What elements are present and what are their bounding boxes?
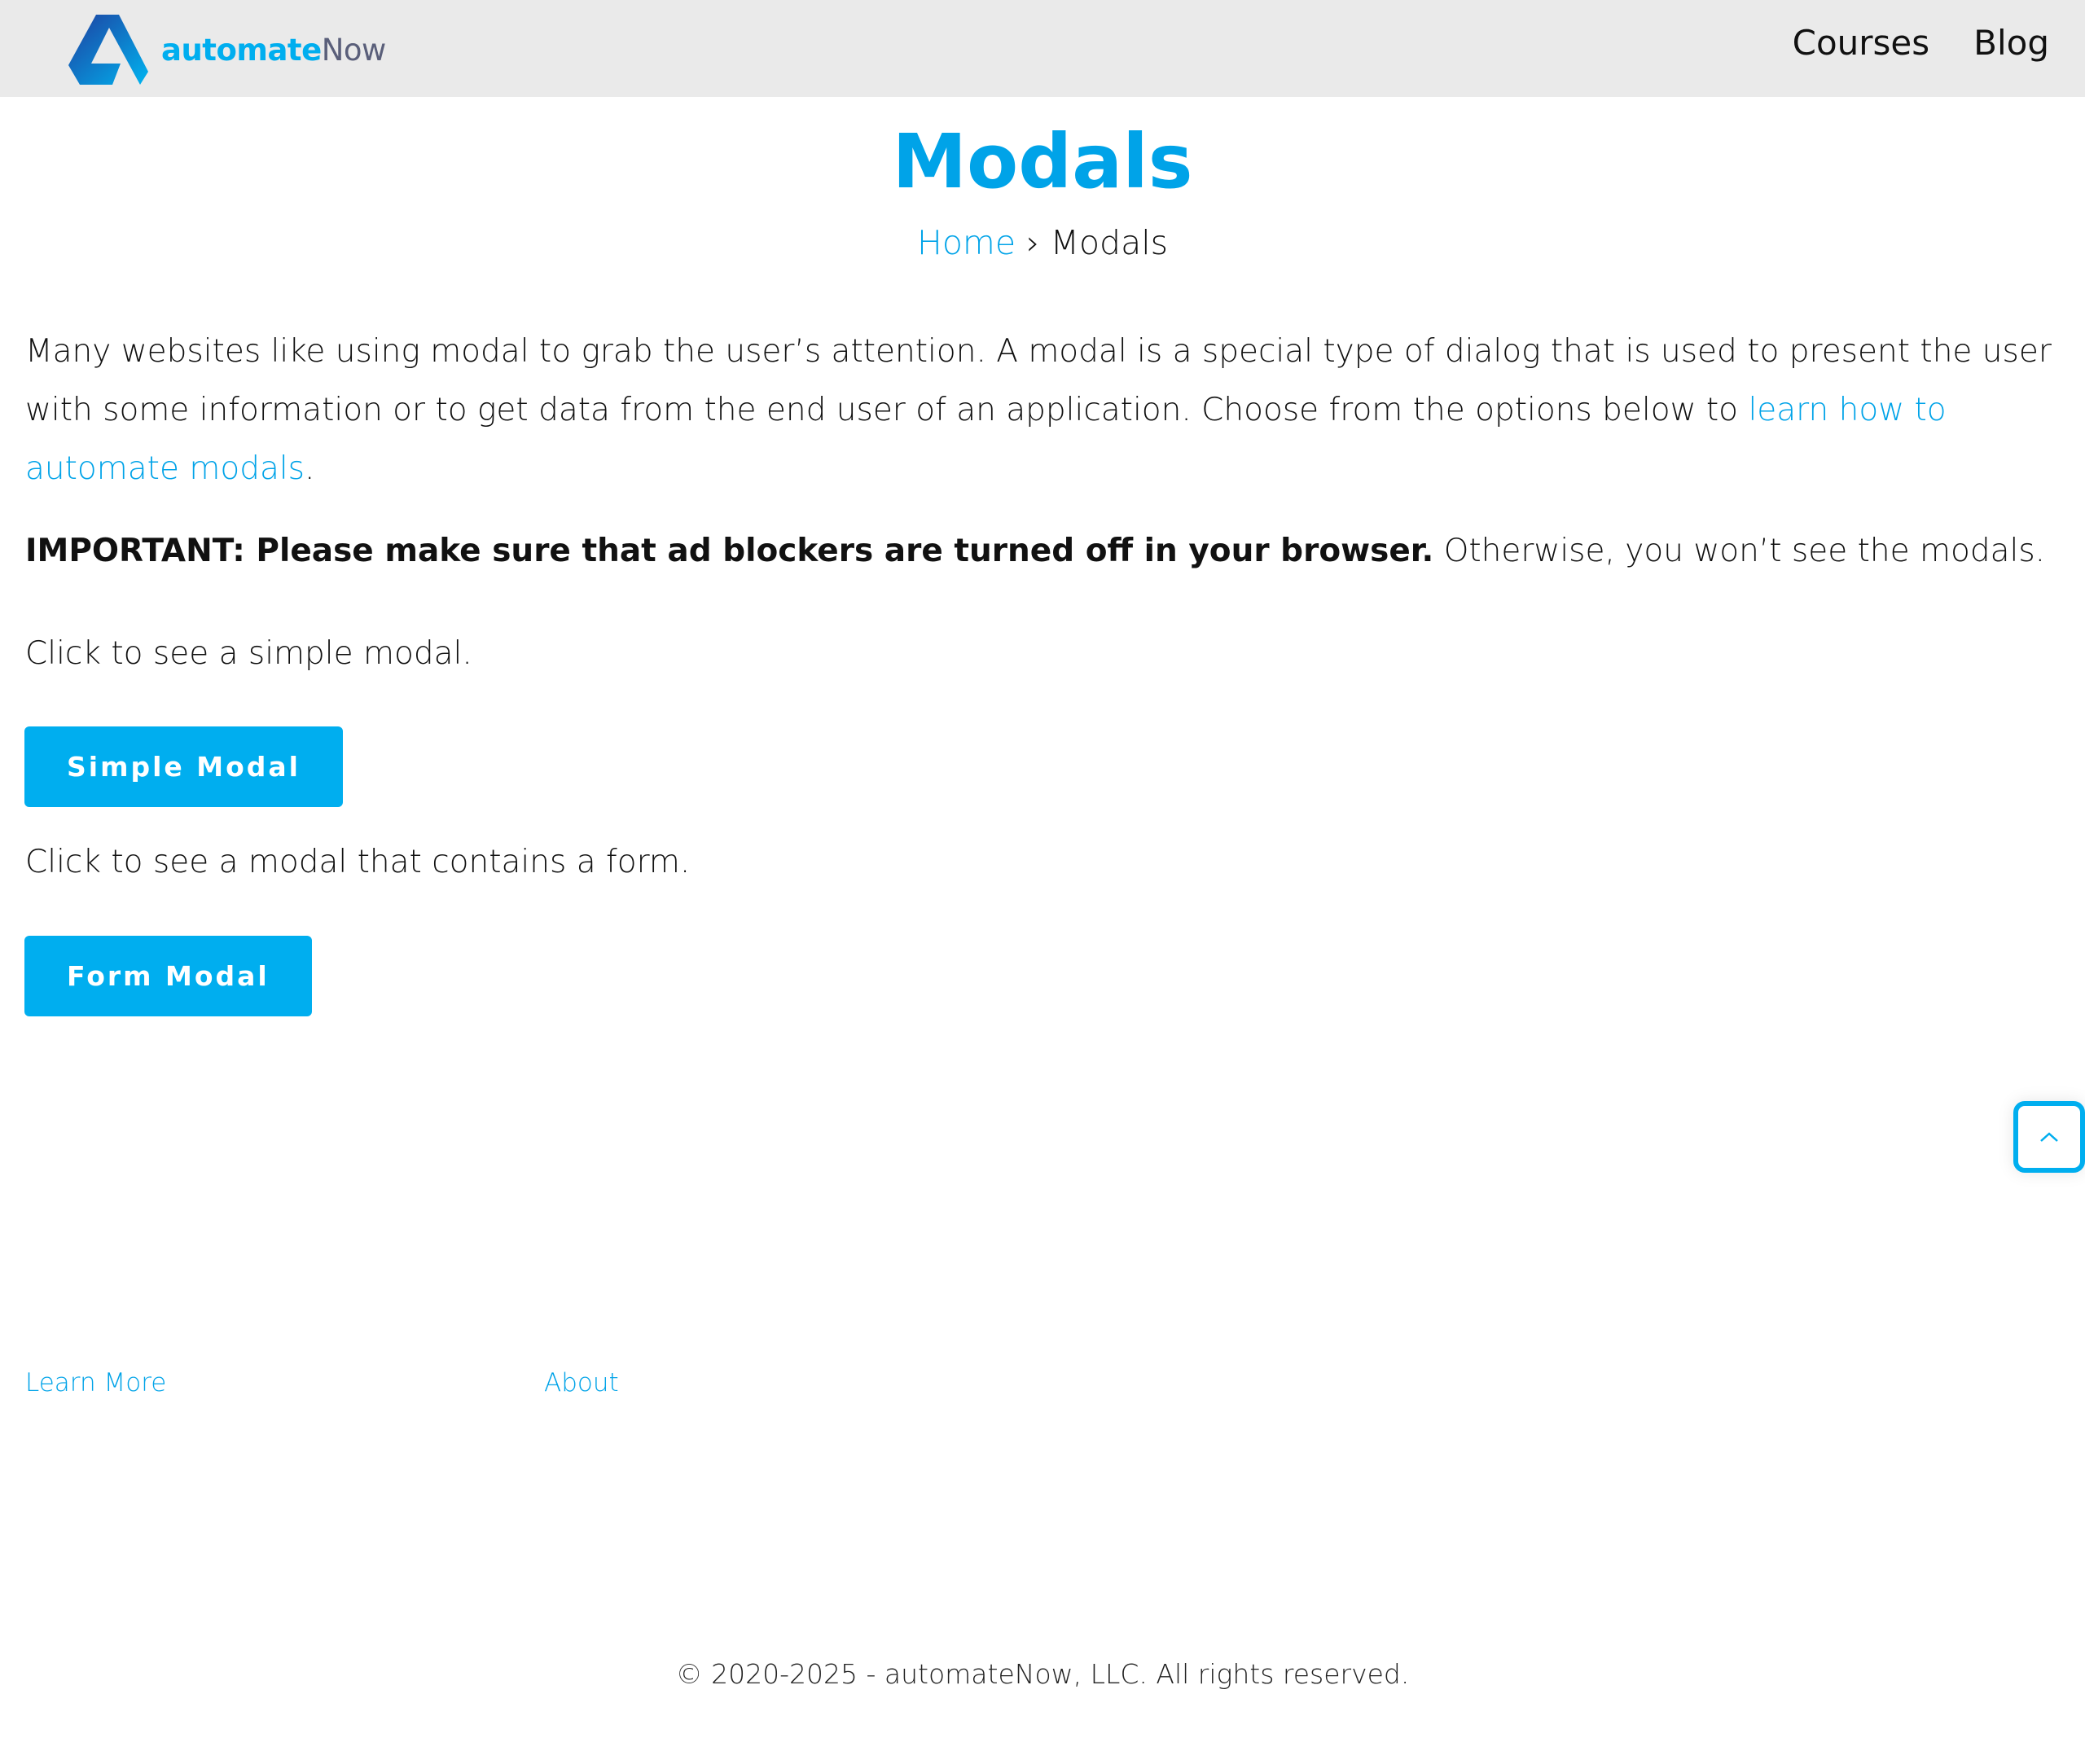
- breadcrumb-separator: ›: [1026, 223, 1040, 262]
- main-nav: Courses Blog: [1793, 23, 2049, 63]
- logo[interactable]: automateNow: [68, 15, 386, 85]
- simple-modal-text: Click to see a simple modal.: [25, 635, 472, 672]
- page-title: Modals: [892, 118, 1193, 205]
- intro-paragraph: Many websites like using modal to grab t…: [25, 333, 2052, 487]
- chevron-up-icon: [2040, 1132, 2058, 1142]
- scroll-to-top-button[interactable]: [2013, 1101, 2085, 1173]
- form-modal-text: Click to see a modal that contains a for…: [25, 844, 691, 880]
- logo-icon: [68, 15, 148, 85]
- logo-text: automateNow: [161, 32, 386, 68]
- form-modal-button[interactable]: Form Modal: [24, 936, 312, 1016]
- footer-learn-more-link[interactable]: Learn More: [25, 1368, 166, 1398]
- copyright: © 2020-2025 - automateNow, LLC. All righ…: [675, 1658, 1410, 1690]
- important-notice: IMPORTANT: Please make sure that ad bloc…: [25, 533, 2046, 569]
- breadcrumb-current: Modals: [1050, 223, 1168, 262]
- footer-about-link[interactable]: About: [544, 1368, 619, 1398]
- nav-courses[interactable]: Courses: [1793, 23, 1930, 63]
- breadcrumb: Home › Modals: [0, 223, 2085, 262]
- breadcrumb-home[interactable]: Home: [917, 223, 1016, 262]
- simple-modal-button[interactable]: Simple Modal: [24, 726, 343, 807]
- site-header: automateNow Courses Blog: [0, 0, 2085, 97]
- nav-blog[interactable]: Blog: [1973, 23, 2049, 63]
